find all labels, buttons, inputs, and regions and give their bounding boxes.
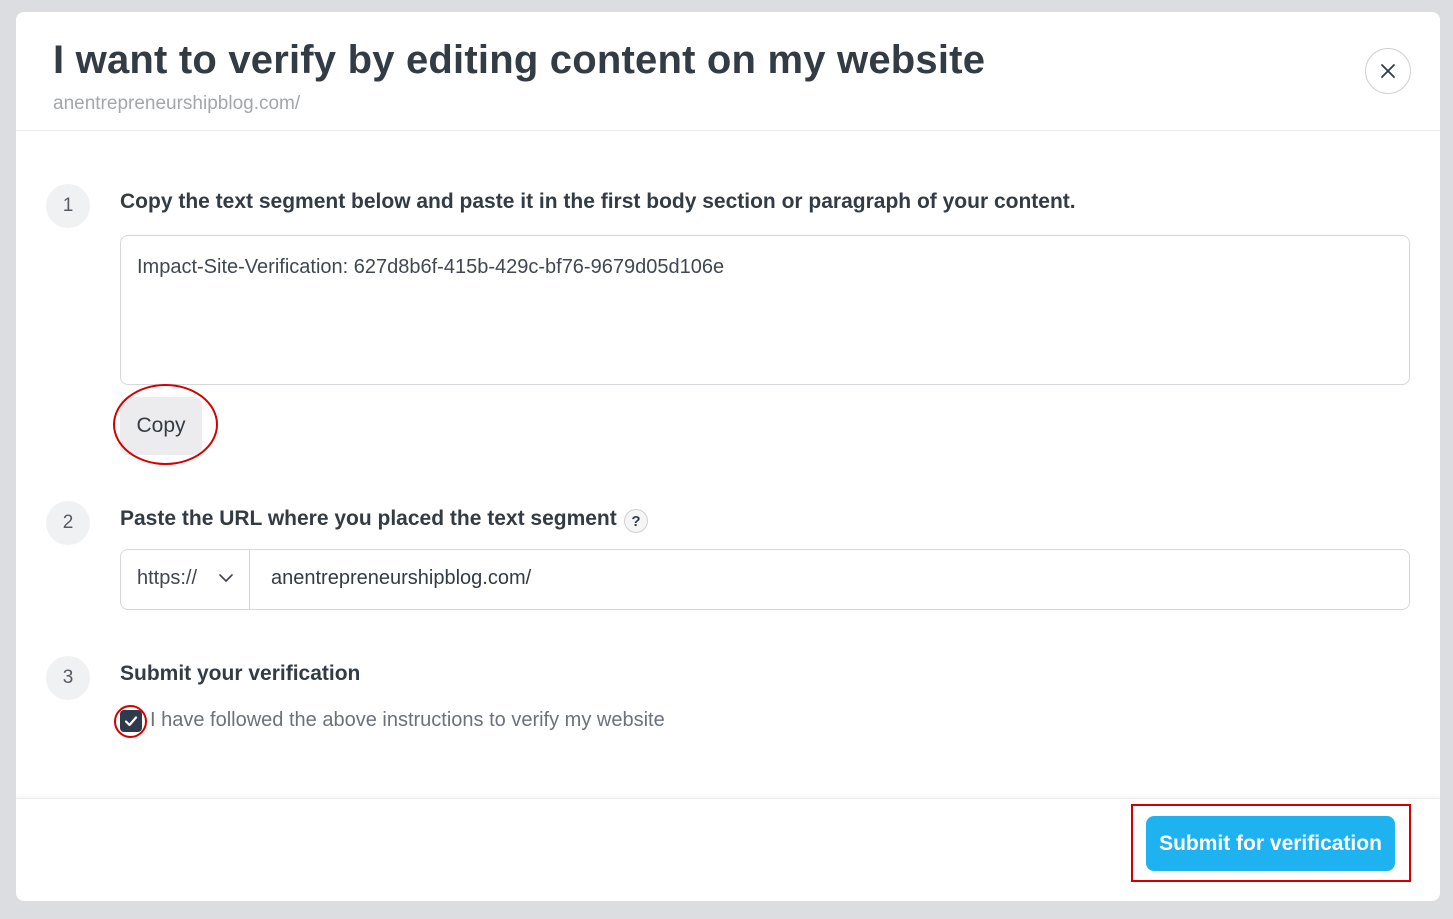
step-2-number: 2 [46, 501, 90, 545]
url-input-group: https:// [120, 549, 1410, 610]
url-input[interactable] [271, 567, 1371, 590]
chevron-down-icon [219, 574, 233, 582]
modal-header: I want to verify by editing content on m… [16, 12, 1440, 131]
protocol-select[interactable]: https:// [121, 550, 250, 609]
verification-modal: I want to verify by editing content on m… [16, 12, 1440, 901]
help-icon[interactable]: ? [624, 509, 648, 533]
modal-title: I want to verify by editing content on m… [53, 38, 986, 82]
verification-code-box[interactable]: Impact-Site-Verification: 627d8b6f-415b-… [120, 235, 1410, 385]
confirm-checkbox-label[interactable]: I have followed the above instructions t… [150, 709, 665, 732]
verification-code-text[interactable]: Impact-Site-Verification: 627d8b6f-415b-… [137, 256, 724, 279]
checkmark-icon [124, 716, 138, 727]
step-1-number: 1 [46, 184, 90, 228]
confirm-checkbox[interactable] [120, 710, 142, 732]
step-2-title: Paste the URL where you placed the text … [120, 507, 617, 530]
copy-button[interactable]: Copy [120, 397, 202, 455]
protocol-value: https:// [137, 567, 198, 589]
close-button[interactable] [1365, 48, 1411, 94]
step-1-title: Copy the text segment below and paste it… [120, 190, 1076, 213]
submit-verification-button[interactable]: Submit for verification [1146, 816, 1395, 871]
modal-subtitle: anentrepreneurshipblog.com/ [53, 93, 301, 114]
close-icon [1381, 64, 1395, 78]
step-3-title: Submit your verification [120, 662, 361, 685]
step-3-number: 3 [46, 656, 90, 700]
